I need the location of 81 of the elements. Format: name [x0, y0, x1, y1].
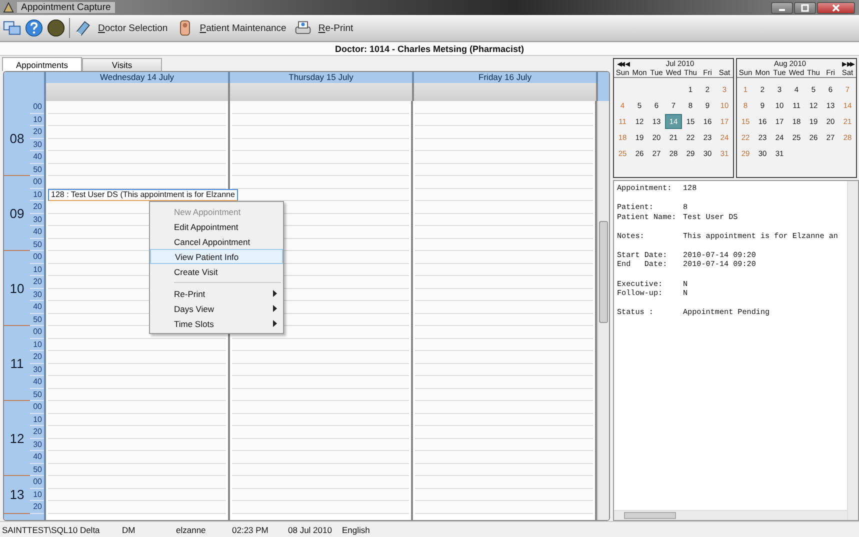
- minute-label: 30: [30, 138, 44, 151]
- close-button[interactable]: [817, 2, 855, 14]
- submenu-arrow-icon: [273, 290, 277, 297]
- menu-item[interactable]: Cancel Appointment: [150, 234, 283, 249]
- menu-item[interactable]: Edit Appointment: [150, 219, 283, 234]
- vertical-scrollbar[interactable]: [847, 181, 858, 520]
- book-icon[interactable]: [74, 19, 92, 37]
- minute-label: 20: [30, 126, 44, 138]
- minute-label: 40: [30, 451, 44, 464]
- minute-label: 00: [30, 476, 44, 488]
- menu-item[interactable]: Create Visit: [150, 264, 283, 279]
- minute-label: 10: [30, 488, 44, 501]
- status-text: 08 Jul 2010: [287, 524, 333, 534]
- minute-label: 00: [30, 101, 44, 114]
- status-text: elzanne: [175, 524, 207, 534]
- minute-label: 40: [30, 151, 44, 164]
- warning-triangle-icon: [3, 2, 14, 13]
- minute-label: 30: [30, 438, 44, 451]
- minute-label: 20: [30, 501, 44, 514]
- circle-icon[interactable]: [47, 19, 65, 37]
- minute-label: 50: [30, 314, 44, 326]
- toolbar-button[interactable]: Re-Print: [316, 22, 358, 34]
- minute-label: 40: [30, 376, 44, 388]
- status-text: 02:23 PM: [231, 524, 270, 534]
- tab[interactable]: Appointments: [2, 57, 82, 71]
- submenu-arrow-icon: [273, 320, 277, 327]
- close-icon: [831, 4, 841, 12]
- hour-label: 13: [8, 486, 26, 504]
- appointment-entry[interactable]: 128 : Test User DS (This appointment is for Elzanne: [48, 188, 238, 200]
- day-header: Wednesday 14 July: [46, 72, 230, 83]
- minute-label: 10: [30, 188, 44, 201]
- minimize-button[interactable]: [771, 2, 793, 14]
- day-header: Friday 16 July: [414, 72, 598, 83]
- minute-label: 20: [30, 276, 44, 288]
- hour-label: 12: [8, 430, 26, 448]
- menu-item[interactable]: View Patient Info: [150, 249, 283, 264]
- maximize-button[interactable]: [794, 2, 816, 14]
- minute-label: 10: [30, 114, 44, 126]
- tab[interactable]: Visits: [82, 58, 162, 71]
- status-text: SAINTTEST\SQL10 Delta: [1, 524, 101, 534]
- minute-label: 30: [30, 214, 44, 226]
- toolbar-button[interactable]: Patient Maintenance: [198, 22, 290, 34]
- toolbar-button[interactable]: Doctor Selection: [96, 22, 172, 34]
- minute-label: 50: [30, 464, 44, 476]
- minute-label: 30: [30, 288, 44, 301]
- minute-label: 50: [30, 164, 44, 176]
- scrollbar-corner: [598, 72, 609, 101]
- menu-item[interactable]: Re-Print: [150, 286, 283, 301]
- day-header: Thursday 15 July: [230, 72, 414, 83]
- minute-label: 10: [30, 414, 44, 426]
- status-text: English: [341, 524, 370, 534]
- minute-label: 20: [30, 351, 44, 364]
- minute-label: 20: [30, 201, 44, 214]
- hour-label: 08: [8, 130, 26, 148]
- minute-label: 20: [30, 426, 44, 438]
- minute-label: 00: [30, 326, 44, 338]
- minute-label: 50: [30, 238, 44, 251]
- menu-item[interactable]: Days View: [150, 301, 283, 316]
- minute-label: 40: [30, 301, 44, 314]
- minute-label: 50: [30, 388, 44, 401]
- menu-item[interactable]: Time Slots: [150, 316, 283, 331]
- help-icon[interactable]: [25, 19, 43, 37]
- minute-label: 10: [30, 264, 44, 276]
- status-text: DM: [121, 524, 136, 534]
- minute-label: 00: [30, 176, 44, 188]
- minute-label: 10: [30, 338, 44, 351]
- hour-label: 10: [8, 280, 26, 298]
- windows-icon[interactable]: [3, 19, 21, 37]
- submenu-arrow-icon: [273, 305, 277, 312]
- minute-label: 30: [30, 364, 44, 376]
- minute-label: 40: [30, 226, 44, 238]
- hour-label: 09: [8, 204, 26, 222]
- horizontal-scrollbar[interactable]: [614, 510, 847, 520]
- minute-label: 00: [30, 251, 44, 264]
- hour-label: 11: [9, 354, 25, 372]
- printer-icon[interactable]: [294, 19, 312, 37]
- minute-label: 00: [30, 401, 44, 414]
- doctor-header: Doctor: 1014 - Charles Metsing (Pharmacist): [334, 44, 524, 54]
- vertical-scrollbar[interactable]: [597, 101, 609, 520]
- maximize-icon: [800, 4, 810, 12]
- window-title: Appointment Capture: [17, 2, 115, 13]
